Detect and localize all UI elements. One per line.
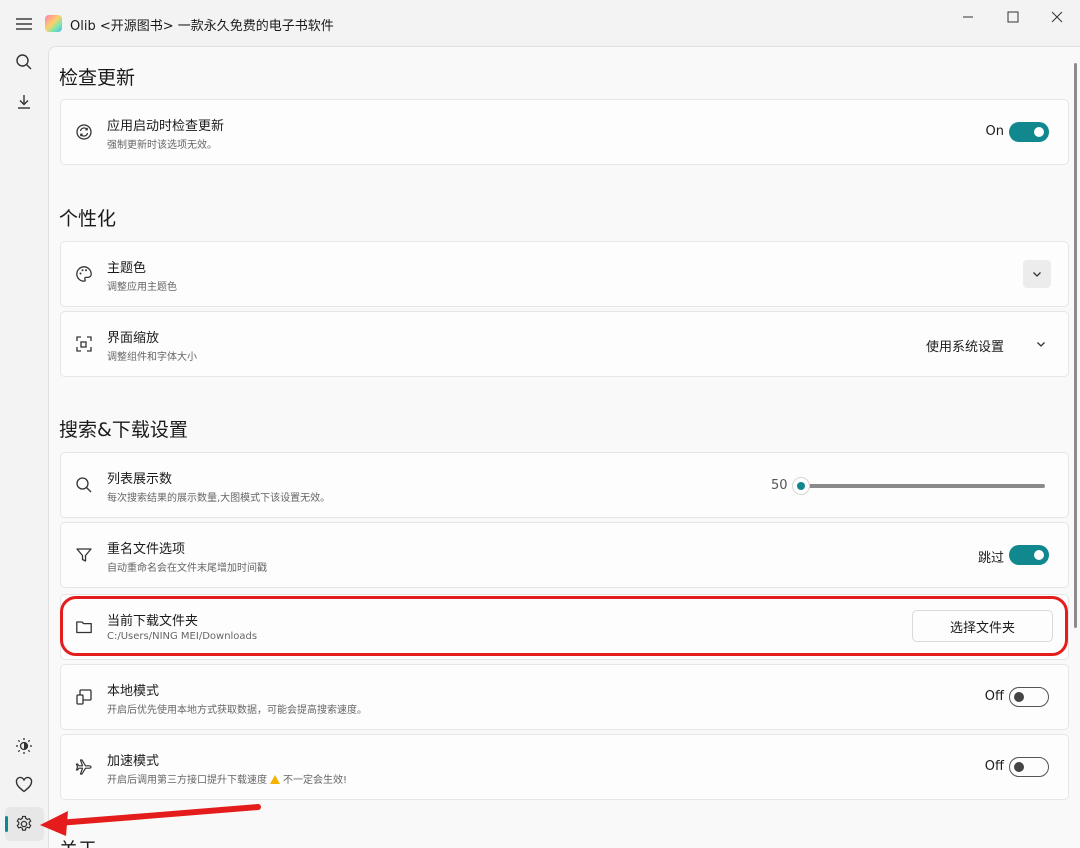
setting-accel-mode: 加速模式 开启后调用第三方接口提升下载速度 不一定会生效! Off <box>60 734 1069 800</box>
vertical-scrollbar[interactable] <box>1074 63 1077 628</box>
setting-title: 主题色 <box>107 261 147 276</box>
sync-icon <box>73 121 95 143</box>
menu-icon[interactable] <box>12 12 36 36</box>
setting-local-mode: 本地模式 开启后优先使用本地方式获取数据，可能会提高搜索速度。 Off <box>60 664 1069 730</box>
setting-subtitle: 强制更新时该选项无效。 <box>107 140 217 151</box>
nav-heart-icon[interactable] <box>12 773 36 797</box>
setting-subtitle: 开启后调用第三方接口提升下载速度 不一定会生效! <box>107 771 347 786</box>
local-mode-toggle[interactable] <box>1009 687 1049 707</box>
nav-theme-brightness-icon[interactable] <box>12 734 36 758</box>
setting-title: 重名文件选项 <box>107 542 186 557</box>
setting-theme-color: 主题色 调整应用主题色 <box>60 241 1069 307</box>
toggle-state-label: On <box>985 124 1004 139</box>
nav-download-icon[interactable] <box>12 90 36 114</box>
close-button[interactable] <box>1041 6 1073 28</box>
section-title-search: 搜索&下载设置 <box>59 419 188 441</box>
setting-rename: 重名文件选项 自动重命名会在文件末尾增加时间戳 跳过 <box>60 522 1069 588</box>
slider-value: 50 <box>771 478 788 493</box>
toggle-state-label: Off <box>984 759 1004 774</box>
setting-subtitle: 自动重命名会在文件末尾增加时间戳 <box>107 563 267 574</box>
theme-color-expand-button[interactable] <box>1023 260 1051 288</box>
nav-search-icon[interactable] <box>12 50 36 74</box>
section-title-personal: 个性化 <box>59 208 117 230</box>
devices-icon <box>73 686 95 708</box>
minimize-button[interactable] <box>952 6 984 28</box>
settings-content: 检查更新 应用启动时检查更新 强制更新时该选项无效。 On 个性化 主题色 调整… <box>48 46 1080 848</box>
setting-auto-check-update: 应用启动时检查更新 强制更新时该选项无效。 On <box>60 99 1069 165</box>
toggle-state-label: 跳过 <box>977 551 1004 566</box>
section-title-about: 关于 <box>59 835 97 848</box>
chevron-down-icon <box>1033 272 1041 277</box>
section-title-update: 检查更新 <box>59 67 136 89</box>
list-count-slider[interactable] <box>792 477 1045 495</box>
setting-title: 应用启动时检查更新 <box>107 119 225 134</box>
setting-subtitle: 调整应用主题色 <box>107 282 177 293</box>
window-title: Olib <开源图书> 一款永久免费的电子书软件 <box>70 19 334 34</box>
warning-icon <box>270 775 280 784</box>
title-bar: Olib <开源图书> 一款永久免费的电子书软件 <box>0 0 1080 46</box>
setting-title: 列表展示数 <box>107 472 173 487</box>
ui-scale-select[interactable]: 使用系统设置 <box>926 336 1004 355</box>
filter-icon <box>73 544 95 566</box>
setting-title: 界面缩放 <box>107 331 160 346</box>
search-icon <box>73 474 95 496</box>
setting-title: 加速模式 <box>107 754 160 769</box>
nav-settings-icon[interactable] <box>12 812 36 836</box>
setting-subtitle: 开启后优先使用本地方式获取数据，可能会提高搜索速度。 <box>107 705 367 716</box>
setting-title: 本地模式 <box>107 684 160 699</box>
scale-icon <box>73 333 95 355</box>
subtitle-warning-text: 不一定会生效! <box>283 775 348 786</box>
airplane-icon <box>73 756 95 778</box>
setting-ui-scale: 界面缩放 调整组件和字体大小 使用系统设置 <box>60 311 1069 377</box>
annotation-highlight-box <box>60 596 1068 656</box>
auto-check-update-toggle[interactable] <box>1009 122 1049 142</box>
setting-list-count: 列表展示数 每次搜索结果的展示数量,大图模式下该设置无效。 50 <box>60 452 1069 518</box>
nav-selected-indicator <box>5 816 8 832</box>
chevron-down-icon[interactable] <box>1033 336 1049 352</box>
setting-subtitle: 每次搜索结果的展示数量,大图模式下该设置无效。 <box>107 493 331 504</box>
accel-mode-toggle[interactable] <box>1009 757 1049 777</box>
subtitle-text: 开启后调用第三方接口提升下载速度 <box>107 775 267 786</box>
maximize-button[interactable] <box>997 6 1029 28</box>
rename-toggle[interactable] <box>1009 545 1049 565</box>
toggle-state-label: Off <box>984 689 1004 704</box>
setting-subtitle: 调整组件和字体大小 <box>107 352 197 363</box>
slider-thumb[interactable] <box>792 477 810 495</box>
palette-icon <box>73 263 95 285</box>
app-logo-icon <box>45 15 62 32</box>
